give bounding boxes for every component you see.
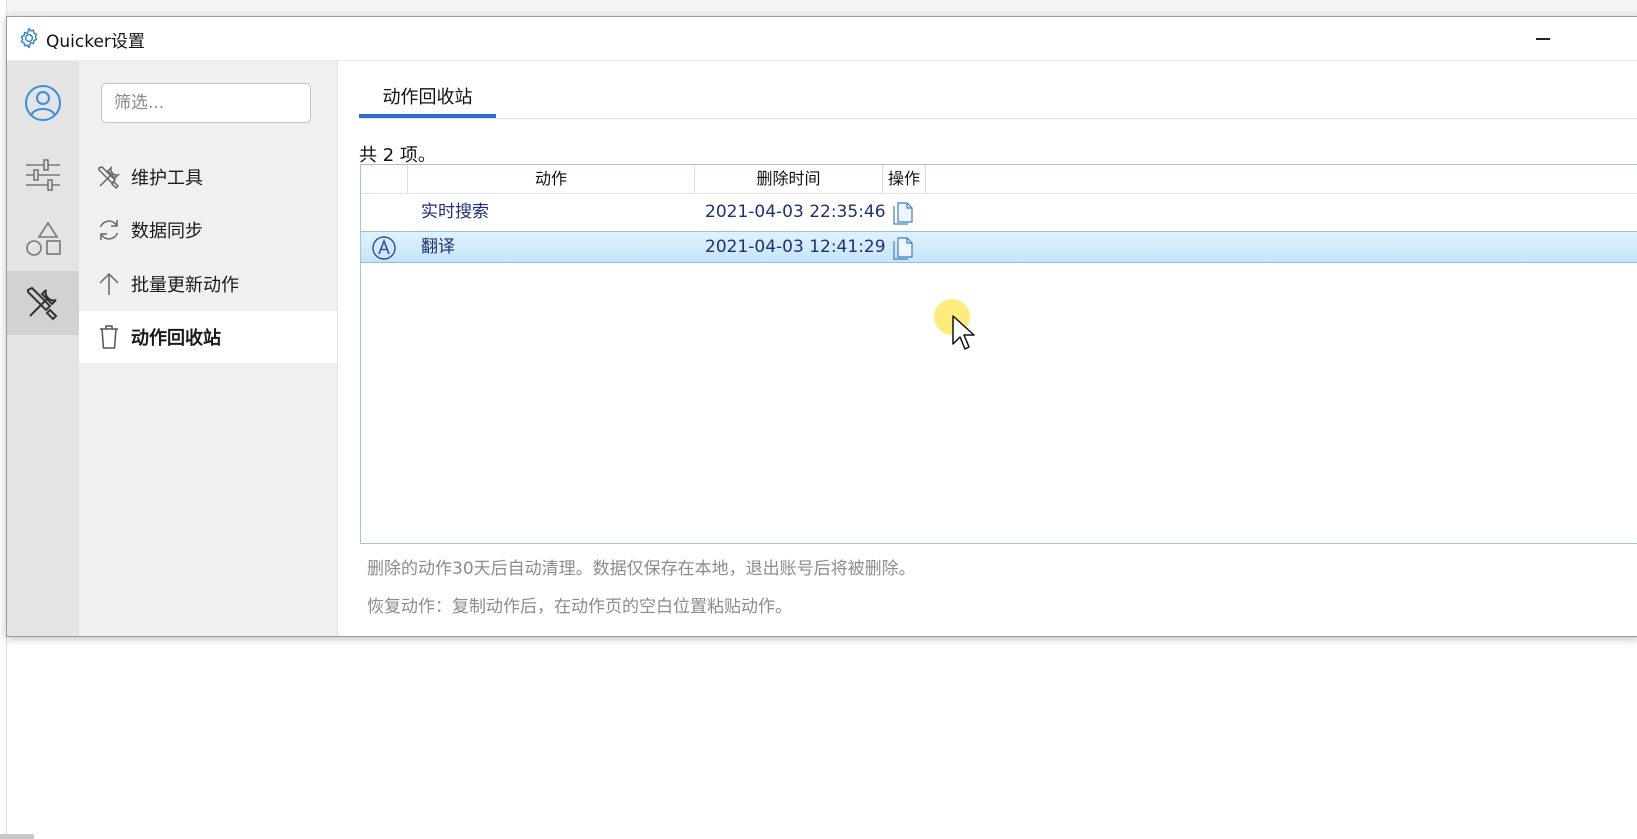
tab-divider <box>359 118 1637 119</box>
header-icon-column <box>361 165 408 193</box>
tools-icon <box>95 163 123 191</box>
copy-icon[interactable] <box>891 200 915 226</box>
rail-item-settings[interactable] <box>7 143 79 207</box>
arrow-up-icon <box>95 270 123 298</box>
mouse-cursor-icon <box>952 315 975 350</box>
rail-item-tools[interactable] <box>7 271 79 335</box>
title-bar: Quicker设置 <box>7 17 1637 61</box>
tab-label: 动作回收站 <box>382 87 473 108</box>
content-panel: 动作回收站 共 2 项。 动作 删除时间 操作 实时搜索 2021-04-03 … <box>338 61 1637 636</box>
sync-icon <box>95 216 123 244</box>
menu-item-label: 批量更新动作 <box>131 275 239 296</box>
table-row[interactable]: 实时搜索 2021-04-03 22:35:46 <box>361 196 1637 228</box>
menu-item-recycle-bin[interactable]: 动作回收站 <box>79 311 337 363</box>
menu-item-maintenance-tools[interactable]: 维护工具 <box>79 151 337 203</box>
row-action-name: 翻译 <box>421 237 455 257</box>
tools-icon <box>27 286 58 321</box>
filter-input[interactable] <box>101 83 311 123</box>
sliders-icon <box>26 159 60 191</box>
submenu-panel: 维护工具 数据同步 批量更新动作 <box>79 61 338 636</box>
restore-hint-note: 恢复动作：复制动作后，在动作页的空白位置粘贴动作。 <box>367 597 792 617</box>
trash-icon <box>95 323 123 351</box>
minimize-button[interactable] <box>1527 22 1563 54</box>
copy-icon[interactable] <box>891 235 915 261</box>
row-action-name: 实时搜索 <box>421 202 489 222</box>
desktop-background <box>0 0 1637 16</box>
recycle-bin-table: 动作 删除时间 操作 实时搜索 2021-04-03 22:35:46 翻译 2… <box>360 164 1637 544</box>
table-header: 动作 删除时间 操作 <box>361 165 1637 194</box>
taskbar-fragment <box>0 834 34 839</box>
rail-item-account[interactable] <box>7 71 79 135</box>
header-action[interactable]: 动作 <box>408 165 695 193</box>
category-rail <box>7 61 79 636</box>
tab-recycle-bin[interactable]: 动作回收站 <box>359 81 496 118</box>
menu-item-label: 数据同步 <box>131 221 203 242</box>
menu-item-label: 维护工具 <box>131 168 203 189</box>
window-title: Quicker设置 <box>46 32 145 52</box>
header-deleted-time[interactable]: 删除时间 <box>695 165 883 193</box>
table-row[interactable]: 翻译 2021-04-03 12:41:29 <box>361 231 1637 263</box>
menu-item-data-sync[interactable]: 数据同步 <box>79 204 337 256</box>
header-operation[interactable]: 操作 <box>883 165 926 193</box>
gear-icon <box>20 27 38 49</box>
menu-item-batch-update[interactable]: 批量更新动作 <box>79 258 337 310</box>
row-deleted-time: 2021-04-03 22:35:46 <box>705 202 886 222</box>
row-deleted-time: 2021-04-03 12:41:29 <box>705 237 886 257</box>
menu-item-label: 动作回收站 <box>131 328 221 349</box>
settings-window: Quicker设置 筛选... 维护工具 数据同步 批量更新动作 动作回收站 动… <box>6 16 1637 637</box>
minimize-icon <box>1536 38 1550 40</box>
user-circle-icon <box>25 85 61 121</box>
auto-clean-note: 删除的动作30天后自动清理。数据仅保存在本地，退出账号后将被删除。 <box>367 559 916 579</box>
rail-item-actions[interactable] <box>7 207 79 271</box>
translate-icon <box>372 236 396 260</box>
shapes-icon <box>26 221 61 256</box>
